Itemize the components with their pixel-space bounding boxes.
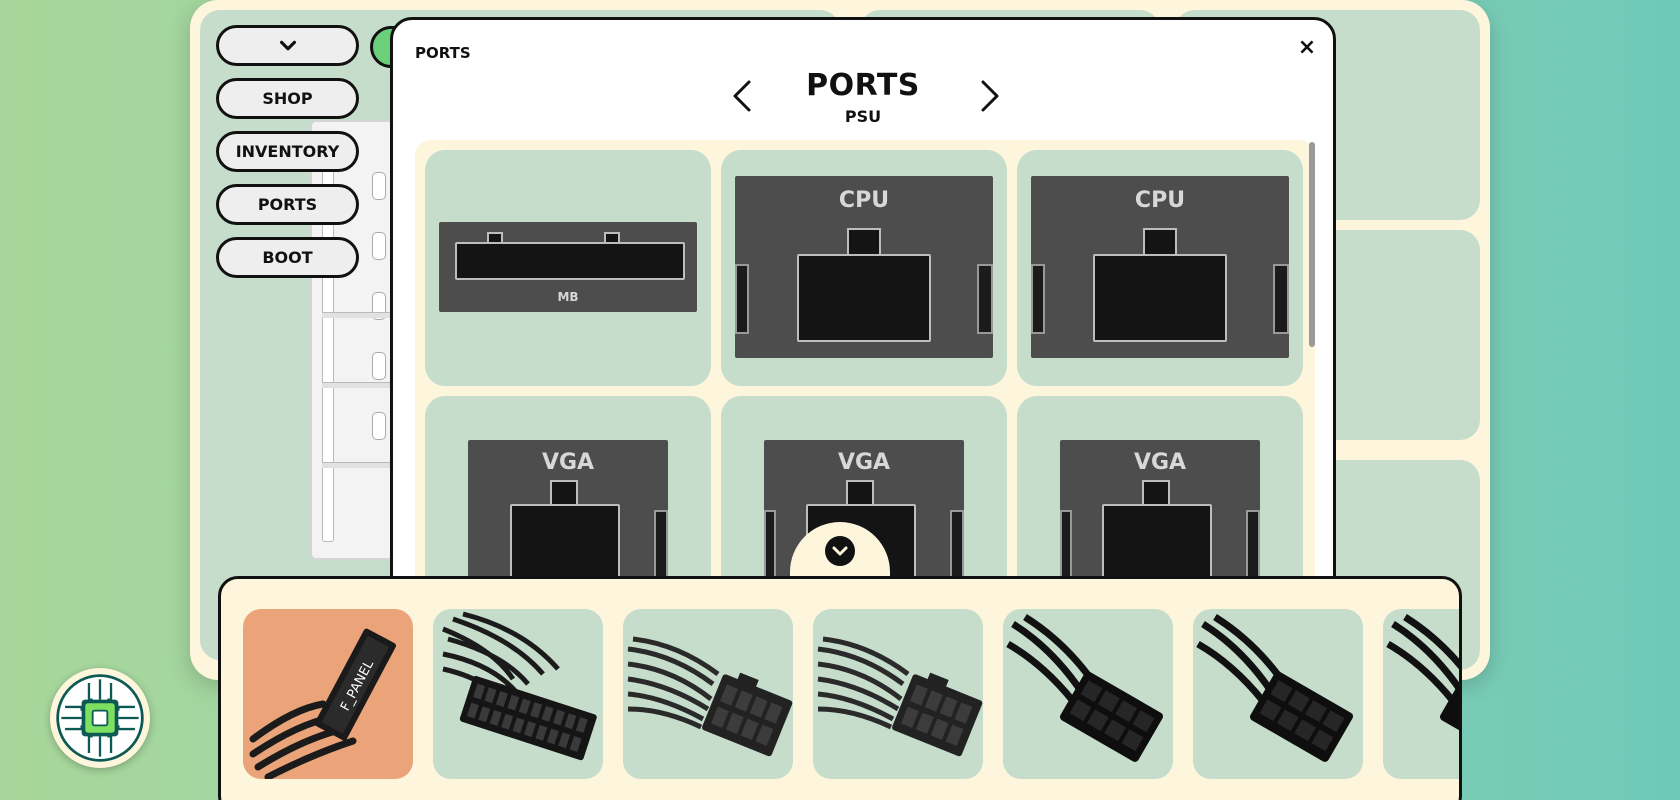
boot-button[interactable]: BOOT [216,237,359,278]
port-label: CPU [838,188,890,213]
cpu-8pin-cable-icon [1196,614,1354,762]
adjacent-port [735,264,749,334]
pcie-8pin-cable-icon [627,636,793,757]
cable-tile-cpu-8pin[interactable] [1193,609,1363,779]
port-label: VGA [541,450,595,475]
cable-tile-mb-24pin[interactable] [433,609,603,779]
modal-breadcrumb: PORTS [415,44,471,62]
port-label: CPU [1134,188,1186,213]
pcie-8pin-cable-icon [817,636,983,757]
adjacent-port [1060,510,1072,580]
port-socket [510,504,620,578]
port-socket [797,254,931,342]
case-slot [372,352,386,380]
adjacent-port [1246,510,1260,580]
cpu-8pin-cable-icon [1006,614,1164,762]
port-key [550,480,578,506]
front-panel-cable-icon: F_PANEL [249,628,397,779]
port-label: MB [557,290,579,304]
cpu-8pin-port: CPU [735,176,993,358]
chevron-down-icon [279,40,296,50]
adjacent-port [654,510,668,580]
cable-tile-cpu-8pin[interactable] [1003,609,1173,779]
cable-tray: F_PANEL [218,576,1462,800]
logo-badge[interactable] [50,668,150,768]
inventory-button[interactable]: INVENTORY [216,131,359,172]
adjacent-port [1031,264,1045,334]
adjacent-port [1273,264,1289,334]
adjacent-port [977,264,993,334]
case-slot [372,172,386,200]
mb-24pin-port: MB [439,222,697,312]
port-key [1142,480,1170,506]
port-socket [1093,254,1227,342]
port-label: VGA [837,450,891,475]
port-tile-cpu[interactable]: CPU [1017,150,1303,386]
chevron-down-icon [825,536,855,566]
shop-button[interactable]: SHOP [216,78,359,119]
port-tile-cpu[interactable]: CPU [721,150,1007,386]
ports-button[interactable]: PORTS [216,184,359,225]
adjacent-port [764,510,776,580]
adjacent-port [950,510,964,580]
cpu-8pin-port: CPU [1031,176,1289,358]
circuit-chip-icon [56,674,144,762]
mb-24pin-cable-icon [442,611,597,761]
case-slot [372,232,386,260]
modal-subtitle: PSU [844,107,882,126]
case-slot [372,412,386,440]
modal-title: PORTS [806,68,920,103]
port-key [1143,228,1177,256]
cpu-8pin-cable-icon [1386,614,1459,762]
close-button[interactable]: × [1293,34,1321,62]
cable-tile-front-panel[interactable]: F_PANEL [243,609,413,779]
port-key [847,228,881,256]
port-tile-motherboard[interactable]: MB [425,150,711,386]
cable-tile-pcie-8pin[interactable] [623,609,793,779]
port-label: VGA [1133,450,1187,475]
port-socket [1102,504,1212,578]
port-key [846,480,874,506]
port-socket [455,242,685,280]
modal-scrollbar-thumb[interactable] [1309,142,1315,347]
menu-toggle-button[interactable] [216,25,359,66]
cable-tile-cpu-8pin[interactable] [1383,609,1459,779]
cable-tile-pcie-8pin[interactable] [813,609,983,779]
